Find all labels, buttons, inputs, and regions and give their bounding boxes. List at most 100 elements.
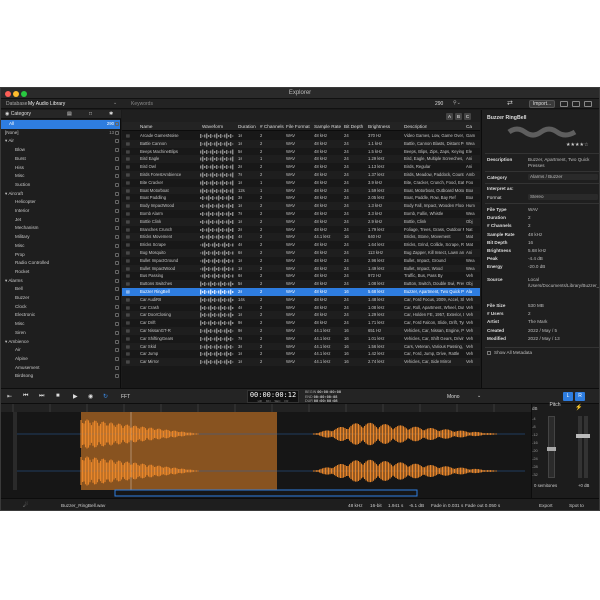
table-row[interactable]: ▤ Car Drift 9s 2 WAV 48 kHz 24 1.71 kHz Car, For… <box>122 319 480 327</box>
table-row[interactable]: ▤ Birds ForestAmbience 7s 2 WAV 48 kHz 24 1.37 … <box>122 171 480 179</box>
sidebar-item-military[interactable]: Military <box>1 233 120 242</box>
column-header-description[interactable]: Description <box>404 122 427 131</box>
table-row[interactable]: ▤ Bus Passing 6s 2 WAV 48 kHz 24 972 Hz Traffic,… <box>122 272 480 280</box>
shuffle-icon[interactable]: ⇄ <box>507 99 513 107</box>
table-row[interactable]: ▤ Bullet ImpactWood 1s 2 WAV 48 kHz 24 1.49 kHz… <box>122 264 480 273</box>
table-row[interactable]: ▤ Bug Mosquito 6s 2 WAV 48 kHz 24 113 kHz Bug Za… <box>122 249 480 257</box>
sidebar-item-checkbox[interactable] <box>115 348 119 353</box>
sidebar-item-checkbox[interactable] <box>115 191 119 196</box>
table-row[interactable]: ▤ Car Skid 3s 2 WAV 44.1 kHz 16 1.56 kHz Cars, V… <box>122 342 480 351</box>
table-row[interactable]: ▤ Bird Owl 2s 2 WAV 48 kHz 24 1.13 kHz Birds, Re… <box>122 163 480 171</box>
table-row[interactable]: ▤ Bricks Scrape 4s 2 WAV 48 kHz 24 1.64 kHz Bric… <box>122 241 480 249</box>
sidebar-item-checkbox[interactable] <box>115 261 119 266</box>
table-row[interactable]: ▤ Bullet ImpactGround 1s 2 WAV 48 kHz 24 2.96 k… <box>122 257 480 265</box>
tab-category[interactable]: ◉ Category <box>5 110 31 119</box>
column-header-ca[interactable]: Ca <box>466 122 472 131</box>
fft-button[interactable]: FFT <box>121 394 130 400</box>
sidebar-item-checkbox[interactable] <box>115 148 119 153</box>
table-row[interactable]: ▤ Car NissanGT-R 9s 2 WAV 44.1 kHz 16 651 Hz Veh… <box>122 327 480 335</box>
sidebar-item-prop[interactable]: Prop <box>1 251 120 260</box>
folder-icon[interactable]: □ <box>89 110 92 119</box>
table-row[interactable]: ▤ Bottle Clink 1s 2 WAV 48 kHz 24 2.9 kHz Bottle… <box>122 217 480 226</box>
column-header--channels[interactable]: # Channels <box>260 122 284 131</box>
sidebar-item-checkbox[interactable] <box>115 365 119 370</box>
format-select[interactable]: Stereo <box>528 194 598 200</box>
chevron-down-icon[interactable]: ⌄ <box>477 393 481 399</box>
sidebar-item-alarms[interactable]: ▾ Alarms <box>1 277 120 286</box>
waveform-editor[interactable] <box>1 404 531 498</box>
search-icon[interactable]: ⚲⌄ <box>453 100 461 106</box>
table-row[interactable]: ▤ Buttons Switches 5s 2 WAV 48 kHz 24 1.08 kHz B… <box>122 280 480 288</box>
table-row[interactable]: ▤ Car Jump 1s 2 WAV 44.1 kHz 16 1.42 kHz Car, Fo… <box>122 350 480 358</box>
play-icon[interactable]: ▶ <box>73 393 78 400</box>
table-row[interactable]: ▤ Bricks Movement 4s 2 WAV 44.1 kHz 16 640 Hz Br… <box>122 233 480 242</box>
previous-icon[interactable]: ⏮ <box>23 393 28 400</box>
sidebar-item-misc[interactable]: Misc <box>1 172 120 181</box>
sidebar-item-all[interactable]: All 290 <box>1 120 120 129</box>
layout-sidebar-icon[interactable] <box>560 101 568 107</box>
sidebar-item-checkbox[interactable] <box>115 139 119 144</box>
sidebar-item-checkbox[interactable] <box>115 339 119 344</box>
channel-mode-select[interactable]: Mono <box>447 394 460 400</box>
layout-right-icon[interactable] <box>584 101 592 107</box>
sidebar-item-checkbox[interactable] <box>115 278 119 283</box>
sidebar-item-birdsong[interactable]: Birdsong <box>1 372 120 381</box>
sidebar-item-misc[interactable]: Misc <box>1 242 120 251</box>
database-select[interactable]: My Audio Library <box>28 101 65 107</box>
sidebar-item-checkbox[interactable] <box>115 330 119 335</box>
sidebar-item-rocket[interactable]: Rocket <box>1 268 120 277</box>
sidebar-item-checkbox[interactable] <box>115 217 119 222</box>
sidebar-item-electronic[interactable]: Electronic <box>1 311 120 320</box>
sidebar-item-checkbox[interactable] <box>115 356 119 361</box>
left-channel-button[interactable]: L <box>563 392 573 401</box>
import-button[interactable]: Import... <box>529 100 555 108</box>
stop-icon[interactable]: ■ <box>56 393 60 399</box>
sidebar-item-checkbox[interactable] <box>115 209 119 213</box>
table-row[interactable]: ▤ Boat Paddling 3s 2 WAV 48 kHz 24 2.05 kHz Boat… <box>122 194 480 202</box>
sidebar-item-checkbox[interactable] <box>115 200 119 205</box>
sidebar-item-burst[interactable]: Burst <box>1 155 120 164</box>
sidebar-item-mechanism[interactable]: Mechanism <box>1 224 120 233</box>
sidebar-item-blow[interactable]: Blow <box>1 146 120 155</box>
table-row[interactable]: ▤ Car Mirror 1s 2 WAV 44.1 kHz 16 2.74 kHz Vehic… <box>122 358 480 366</box>
keywords-search-input[interactable]: Keywords <box>131 101 153 107</box>
table-row[interactable]: ▤ Battle Cannon 1s 2 WAV 48 kHz 24 1.1 kHz Battl… <box>122 139 480 148</box>
sidebar-item-radio-controlled[interactable]: Radio Controlled <box>1 259 120 268</box>
star-icon[interactable]: ☆ <box>584 142 588 148</box>
sidebar-item-checkbox[interactable] <box>115 252 119 257</box>
sidebar-item-checkbox[interactable] <box>115 374 119 379</box>
sidebar-item-checkbox[interactable] <box>115 130 119 135</box>
sidebar-item-checkbox[interactable] <box>115 313 119 318</box>
sidebar-item-helicopter[interactable]: Helicopter <box>1 198 120 207</box>
speaker-icon[interactable]: ☄ <box>23 502 28 509</box>
sidebar-item-clock[interactable]: Clock <box>1 303 120 312</box>
gain-slider-thumb[interactable] <box>576 434 590 438</box>
sidebar-item-checkbox[interactable] <box>115 226 119 231</box>
column-header-sample-rate[interactable]: Sample Rate <box>314 122 341 131</box>
filter-badge-a[interactable]: A <box>446 113 453 120</box>
description-value[interactable]: Buzzer, Apartment, Two Quick Presses <box>528 157 598 169</box>
table-row[interactable]: ▤ Car Crash 4s 2 WAV 48 kHz 24 1.08 kHz Car, Rol… <box>122 304 480 312</box>
column-header-file-format[interactable]: File Format <box>286 122 310 131</box>
column-header-waveform[interactable]: Waveform <box>202 122 223 131</box>
table-row[interactable]: ▤ Buzzer RingBell 2s 2 WAV 48 kHz 16 5.68 kHz Bu… <box>122 288 480 296</box>
table-row[interactable]: ▤ Beeps MachineBlips 5s 2 WAV 48 kHz 24 1.5 kHz… <box>122 148 480 156</box>
column-header-name[interactable]: Name <box>140 122 153 131</box>
record-icon[interactable]: ◉ <box>88 393 93 400</box>
table-row[interactable]: ▤ Body ImpactWood 1s 2 WAV 48 kHz 24 1.3 kHz Bod… <box>122 202 480 210</box>
table-row[interactable]: ▤ Car AudiR8 14s 2 WAV 48 kHz 24 1.48 kHz Car, F… <box>122 295 480 304</box>
filter-badge-c[interactable]: C <box>464 113 471 120</box>
category-select[interactable]: Alarms / Buzzer <box>528 174 598 180</box>
export-button[interactable]: Export <box>539 503 553 508</box>
sidebar-item-hiss[interactable]: Hiss <box>1 164 120 173</box>
sidebar-item-checkbox[interactable] <box>115 174 119 179</box>
sidebar-item-ambience[interactable]: ▾ Ambience <box>1 338 120 347</box>
spot-to-button[interactable]: Spot to <box>569 503 584 508</box>
column-header-duration[interactable]: Duration <box>238 122 256 131</box>
list-icon[interactable]: ▤ <box>67 110 72 119</box>
sidebar-item-checkbox[interactable] <box>115 243 119 248</box>
show-all-checkbox[interactable] <box>487 351 491 355</box>
sidebar-item-bell[interactable]: Bell <box>1 285 120 294</box>
waveform-canvas[interactable] <box>1 404 531 498</box>
sidebar-item-misc[interactable]: Misc <box>1 320 120 329</box>
